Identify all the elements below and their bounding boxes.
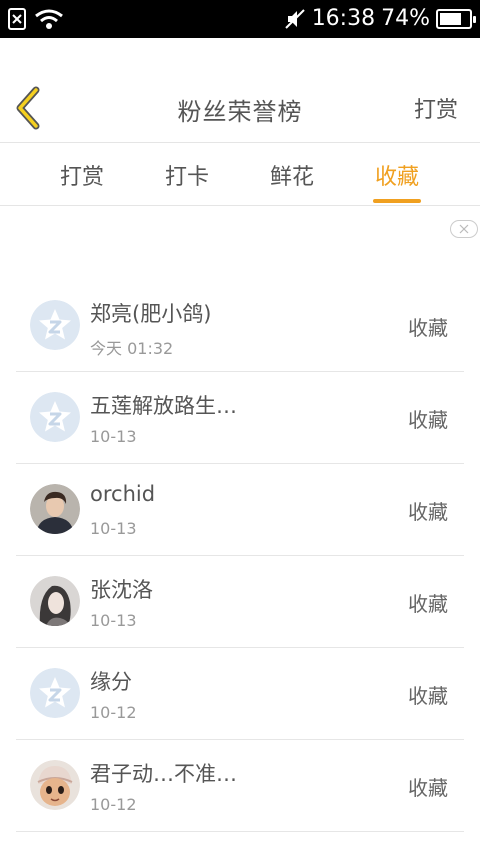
mute-icon [284,8,305,29]
list-item[interactable]: 郑亮(肥小鸽) 今天 01:32 收藏 [16,280,464,372]
list-item[interactable]: orchid 10-13 收藏 [16,464,464,556]
fan-name: 五莲解放路生… [90,394,237,418]
reward-button[interactable]: 打赏 [414,92,458,124]
fan-date: 今天 01:32 [90,339,174,358]
fan-name: 君子动…不准… [90,762,237,786]
close-icon [459,224,469,234]
user-photo-avatar [30,484,80,534]
fan-date: 10-12 [90,703,137,722]
fan-name: 郑亮(肥小鸽) [90,302,212,326]
tab-favorites[interactable]: 收藏 [372,159,422,203]
fan-date: 10-13 [90,519,137,538]
status-bar: 16:38 74% [0,0,480,38]
default-avatar-icon [30,300,80,350]
tab-checkin[interactable]: 打卡 [165,159,209,191]
list-item[interactable]: 五莲解放路生… 10-13 收藏 [16,372,464,464]
fan-date: 10-12 [90,795,137,814]
sim-card-icon [8,8,26,30]
battery-icon [436,8,476,29]
user-photo-avatar [30,576,80,626]
fan-action: 收藏 [408,684,448,708]
status-time: 16:38 [311,6,376,31]
fan-action: 收藏 [408,408,448,432]
close-button[interactable] [450,220,478,238]
fan-name: orchid [90,482,156,506]
tab-reward[interactable]: 打赏 [60,159,104,191]
fan-name: 缘分 [90,670,132,694]
default-avatar-icon [30,392,80,442]
fan-list: 郑亮(肥小鸽) 今天 01:32 收藏 五莲解放路生… 10-13 收藏 orc… [16,280,464,832]
list-item[interactable]: 君子动…不准… 10-12 收藏 [16,740,464,832]
tab-flowers[interactable]: 鲜花 [270,159,314,191]
fan-action: 收藏 [408,316,448,340]
list-item[interactable]: 缘分 10-12 收藏 [16,648,464,740]
fan-action: 收藏 [408,592,448,616]
battery-percent: 74% [381,6,430,31]
fan-name: 张沈洛 [90,578,153,602]
fan-action: 收藏 [408,500,448,524]
status-right-icons: 16:38 74% [284,6,476,31]
tab-bar: 打赏 打卡 鲜花 收藏 [0,142,480,206]
default-avatar-icon [30,668,80,718]
user-photo-avatar [30,760,80,810]
wifi-icon [35,9,63,29]
page-title: 粉丝荣誉榜 [177,98,303,126]
fan-date: 10-13 [90,611,137,630]
page-header: 粉丝荣誉榜 打赏 [0,38,480,142]
fan-date: 10-13 [90,427,137,446]
list-item[interactable]: 张沈洛 10-13 收藏 [16,556,464,648]
status-left-icons [8,8,64,30]
fan-action: 收藏 [408,776,448,800]
